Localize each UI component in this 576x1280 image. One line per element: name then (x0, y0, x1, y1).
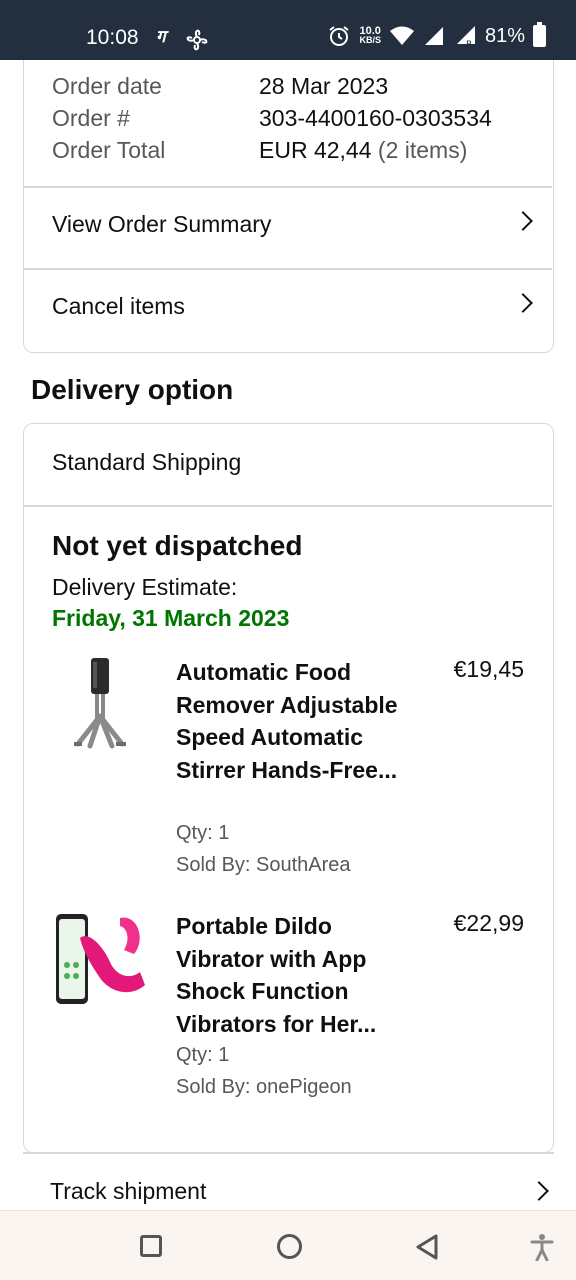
order-date-label: Order date (52, 73, 162, 99)
item-seller: Sold By: SouthArea (176, 854, 351, 876)
track-shipment-label: Track shipment (50, 1178, 207, 1204)
item-quantity: Qty: 1 (176, 1044, 230, 1066)
status-icons: 10.0 KB/S R 81% (327, 22, 546, 48)
status-bar: 10:08 ग 10.0 KB/S R 81% (0, 0, 576, 60)
chevron-right-icon (529, 1181, 549, 1201)
item-price: €22,99 (453, 910, 524, 936)
order-date-value: 28 Mar 2023 (259, 73, 389, 99)
delivery-card: Standard Shipping Not yet dispatched Del… (23, 423, 554, 1153)
alarm-icon (329, 26, 350, 46)
order-details-content: Order date 28 Mar 2023 Order # 303-44001… (0, 60, 576, 1210)
view-order-summary-row[interactable]: View Order Summary (24, 187, 552, 267)
cancel-items-row[interactable]: Cancel items (24, 269, 552, 349)
chevron-right-icon (513, 293, 533, 313)
svg-text:R: R (466, 40, 472, 48)
order-total-value: EUR 42,44 (2 items) (259, 137, 467, 164)
item-seller: Sold By: onePigeon (176, 1076, 352, 1098)
order-item[interactable]: Automatic Food Remover Adjustable Speed … (24, 656, 552, 886)
order-total-label: Order Total (52, 137, 166, 163)
order-total-amount: EUR 42,44 (259, 137, 372, 163)
fan-notification-icon (186, 29, 208, 51)
track-shipment-row[interactable]: Track shipment (0, 1160, 576, 1210)
view-order-summary-label: View Order Summary (52, 211, 272, 237)
notification-app-icon: ग (156, 27, 166, 46)
delivery-estimate-date: Friday, 31 March 2023 (52, 605, 290, 631)
delivery-option-heading: Delivery option (31, 374, 234, 405)
item-quantity: Qty: 1 (176, 822, 230, 844)
order-number-label: Order # (52, 105, 130, 131)
item-title[interactable]: Portable Dildo Vibrator with App Shock F… (176, 910, 416, 1040)
vibrator-product-image[interactable] (50, 910, 148, 1010)
delivery-estimate-label: Delivery Estimate: (52, 574, 238, 600)
system-navigation-bar (0, 1210, 576, 1280)
back-button[interactable] (414, 1233, 440, 1261)
divider (23, 1152, 554, 1154)
battery-icon (533, 22, 546, 47)
item-price: €19,45 (453, 656, 524, 682)
stirrer-product-image[interactable] (50, 656, 148, 756)
cancel-items-label: Cancel items (52, 293, 185, 319)
order-number-value: 303-4400160-0303534 (259, 105, 492, 131)
battery-percent: 81% (484, 24, 525, 47)
accessibility-icon[interactable] (530, 1233, 554, 1261)
order-total-items: (2 items) (377, 137, 468, 163)
shipping-method: Standard Shipping (52, 449, 242, 475)
order-info-card: Order date 28 Mar 2023 Order # 303-44001… (23, 60, 554, 353)
chevron-right-icon (513, 211, 533, 231)
clock: 10:08 (86, 26, 139, 49)
item-title[interactable]: Automatic Food Remover Adjustable Speed … (176, 656, 416, 786)
order-item[interactable]: Portable Dildo Vibrator with App Shock F… (24, 910, 552, 1110)
home-button[interactable] (277, 1234, 302, 1259)
recents-button[interactable] (140, 1235, 162, 1257)
signal-icon (424, 27, 443, 45)
shipment-status: Not yet dispatched (52, 530, 303, 561)
divider (24, 505, 552, 507)
network-speed: 10.0 KB/S (359, 25, 381, 45)
signal-roaming-icon: R (456, 26, 475, 48)
wifi-icon (389, 26, 414, 45)
